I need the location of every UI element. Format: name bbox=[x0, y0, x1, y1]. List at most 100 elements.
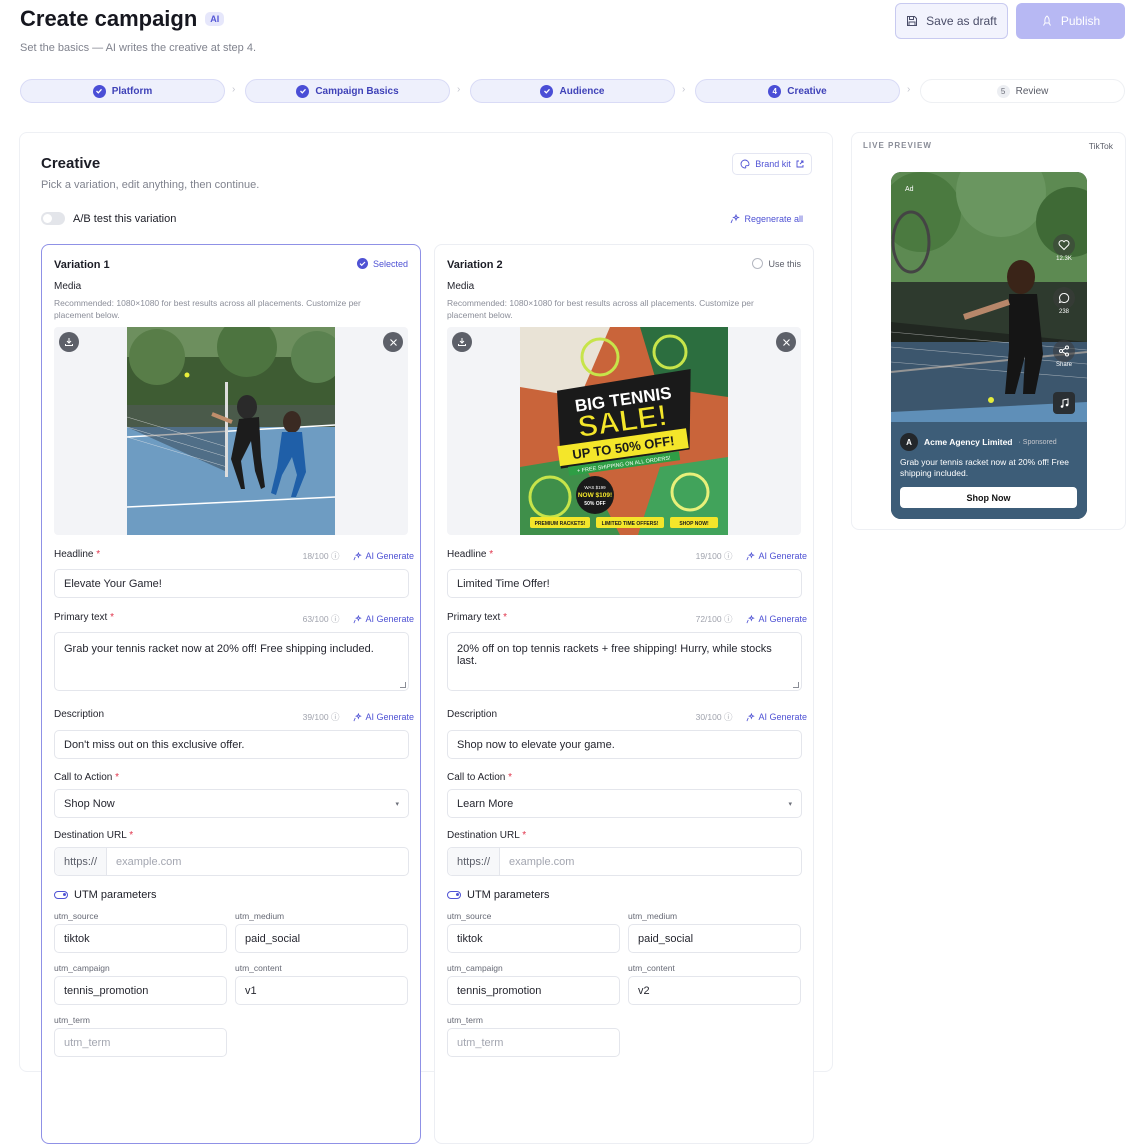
url-placeholder: example.com bbox=[509, 855, 575, 868]
cta-value: Learn More bbox=[457, 797, 514, 810]
save-draft-button[interactable]: Save as draft bbox=[895, 3, 1008, 39]
ai-generate-label: AI Generate bbox=[365, 712, 414, 722]
utm-toggle[interactable] bbox=[447, 891, 461, 899]
variation-selected-badge[interactable]: Selected bbox=[356, 258, 408, 269]
sparkle-icon bbox=[353, 712, 363, 721]
primary-text-input[interactable]: Grab your tennis racket now at 20% off! … bbox=[54, 632, 409, 691]
check-circle-icon bbox=[356, 258, 368, 269]
count-text: 72/100 bbox=[695, 614, 722, 624]
brand-kit-button[interactable]: Brand kit bbox=[732, 153, 812, 175]
utm-content-input[interactable]: v1 bbox=[235, 976, 408, 1005]
ai-badge: AI bbox=[205, 12, 225, 26]
resize-handle[interactable] bbox=[400, 682, 406, 688]
headline-input[interactable]: Elevate Your Game! bbox=[54, 569, 409, 598]
description-count: 39/100 ⓘ bbox=[302, 712, 340, 722]
chevron-right-icon: › bbox=[907, 84, 911, 95]
step-number: 4 bbox=[768, 84, 782, 98]
step-review[interactable]: 5 Review bbox=[920, 79, 1125, 103]
comment-action[interactable]: 238 bbox=[1053, 287, 1075, 315]
cta-select[interactable]: Shop Now ▾ bbox=[54, 789, 409, 818]
utm-source-input[interactable]: tiktok bbox=[54, 924, 227, 953]
sparkle-icon bbox=[746, 551, 756, 560]
headline-label-text: Headline bbox=[447, 549, 487, 560]
count-text: 19/100 bbox=[695, 551, 722, 561]
chevron-down-icon: ▾ bbox=[395, 800, 399, 808]
count-text: 39/100 bbox=[302, 712, 329, 722]
utm-term-input[interactable]: utm_term bbox=[54, 1028, 227, 1057]
ai-generate-button[interactable]: AI Generate bbox=[746, 551, 807, 561]
remove-media-button[interactable] bbox=[776, 332, 796, 352]
page-title-text: Create campaign bbox=[20, 6, 198, 31]
description-label: Description bbox=[447, 709, 498, 720]
download-icon bbox=[458, 338, 466, 346]
resize-handle[interactable] bbox=[793, 682, 799, 688]
primary-text-input[interactable]: 20% off on top tennis rackets + free shi… bbox=[447, 632, 802, 691]
description-input[interactable]: Don't miss out on this exclusive offer. bbox=[54, 730, 409, 759]
step-platform[interactable]: Platform bbox=[20, 79, 225, 103]
ab-test-toggle[interactable] bbox=[41, 212, 65, 225]
page-subtitle: Set the basics — AI writes the creative … bbox=[20, 42, 257, 54]
step-campaign-basics[interactable]: Campaign Basics bbox=[245, 79, 450, 103]
utm-campaign-input[interactable]: tennis_promotion bbox=[54, 976, 227, 1005]
download-media-button[interactable] bbox=[452, 332, 472, 352]
media-hint: Recommended: 1080×1080 for best results … bbox=[54, 298, 361, 320]
ai-generate-button[interactable]: AI Generate bbox=[746, 614, 807, 624]
tennis-doubles-photo bbox=[127, 327, 335, 535]
count-text: 63/100 bbox=[302, 614, 329, 624]
utm-campaign-input[interactable]: tennis_promotion bbox=[447, 976, 620, 1005]
utm-content-input[interactable]: v2 bbox=[628, 976, 801, 1005]
preview-cta-button[interactable]: Shop Now bbox=[900, 487, 1077, 508]
utm-toggle-row[interactable]: UTM parameters bbox=[54, 889, 157, 901]
count-text: 30/100 bbox=[695, 712, 722, 722]
ai-generate-button[interactable]: AI Generate bbox=[353, 614, 414, 624]
utm-medium-input[interactable]: paid_social bbox=[628, 924, 801, 953]
sound-action[interactable] bbox=[1053, 392, 1075, 414]
utm-term-input[interactable]: utm_term bbox=[447, 1028, 620, 1057]
publish-button[interactable]: Publish bbox=[1016, 3, 1125, 39]
variation-card-2[interactable]: Variation 2 Use this Media Recommended: … bbox=[434, 244, 814, 1144]
close-icon bbox=[389, 338, 397, 346]
share-label: Share bbox=[1055, 362, 1072, 368]
page-header: Create campaign AI Set the basics — AI w… bbox=[20, 6, 256, 54]
destination-url-input[interactable]: https:// example.com bbox=[447, 847, 802, 876]
utm-source-input[interactable]: tiktok bbox=[447, 924, 620, 953]
description-input[interactable]: Shop now to elevate your game. bbox=[447, 730, 802, 759]
required-mark: * bbox=[110, 612, 115, 623]
destination-url-input[interactable]: https:// example.com bbox=[54, 847, 409, 876]
utm-toggle[interactable] bbox=[54, 891, 68, 899]
ai-generate-button[interactable]: AI Generate bbox=[353, 712, 414, 722]
regenerate-all-button[interactable]: Regenerate all bbox=[730, 214, 803, 224]
creative-subtitle: Pick a variation, edit anything, then co… bbox=[41, 179, 260, 191]
share-action[interactable]: Share bbox=[1053, 340, 1075, 368]
save-icon bbox=[907, 16, 918, 26]
palette-icon bbox=[740, 159, 750, 169]
primary-text-label: Primary text * bbox=[447, 612, 507, 623]
utm-toggle-row[interactable]: UTM parameters bbox=[447, 889, 550, 901]
use-this-radio[interactable]: Use this bbox=[752, 258, 801, 269]
step-creative[interactable]: 4 Creative bbox=[695, 79, 900, 103]
ai-generate-button[interactable]: AI Generate bbox=[746, 712, 807, 722]
variation-card-1[interactable]: Variation 1 Selected Media Recommended: … bbox=[41, 244, 421, 1144]
sparkle-icon bbox=[353, 614, 363, 623]
share-icon bbox=[1053, 340, 1075, 362]
headline-meta: 18/100 ⓘ AI Generate bbox=[303, 550, 414, 562]
sparkle-icon bbox=[746, 614, 756, 623]
download-media-button[interactable] bbox=[59, 332, 79, 352]
check-icon bbox=[296, 84, 310, 98]
music-icon bbox=[1053, 392, 1075, 414]
sparkle-icon bbox=[746, 712, 756, 721]
headline-input[interactable]: Limited Time Offer! bbox=[447, 569, 802, 598]
like-action[interactable]: 12.3K bbox=[1053, 234, 1075, 262]
step-audience[interactable]: Audience bbox=[470, 79, 675, 103]
cta-select[interactable]: Learn More ▾ bbox=[447, 789, 802, 818]
utm-medium-input[interactable]: paid_social bbox=[235, 924, 408, 953]
comment-icon bbox=[1053, 287, 1075, 309]
ad-tag2: LIMITED TIME OFFERS! bbox=[602, 521, 659, 527]
required-mark: * bbox=[503, 612, 508, 623]
sticker-line1: WAS $199 bbox=[584, 485, 606, 490]
avatar: A bbox=[900, 433, 918, 451]
utm-content-label: utm_content bbox=[235, 963, 282, 973]
ai-generate-button[interactable]: AI Generate bbox=[353, 551, 414, 561]
sparkle-icon bbox=[353, 551, 363, 560]
remove-media-button[interactable] bbox=[383, 332, 403, 352]
